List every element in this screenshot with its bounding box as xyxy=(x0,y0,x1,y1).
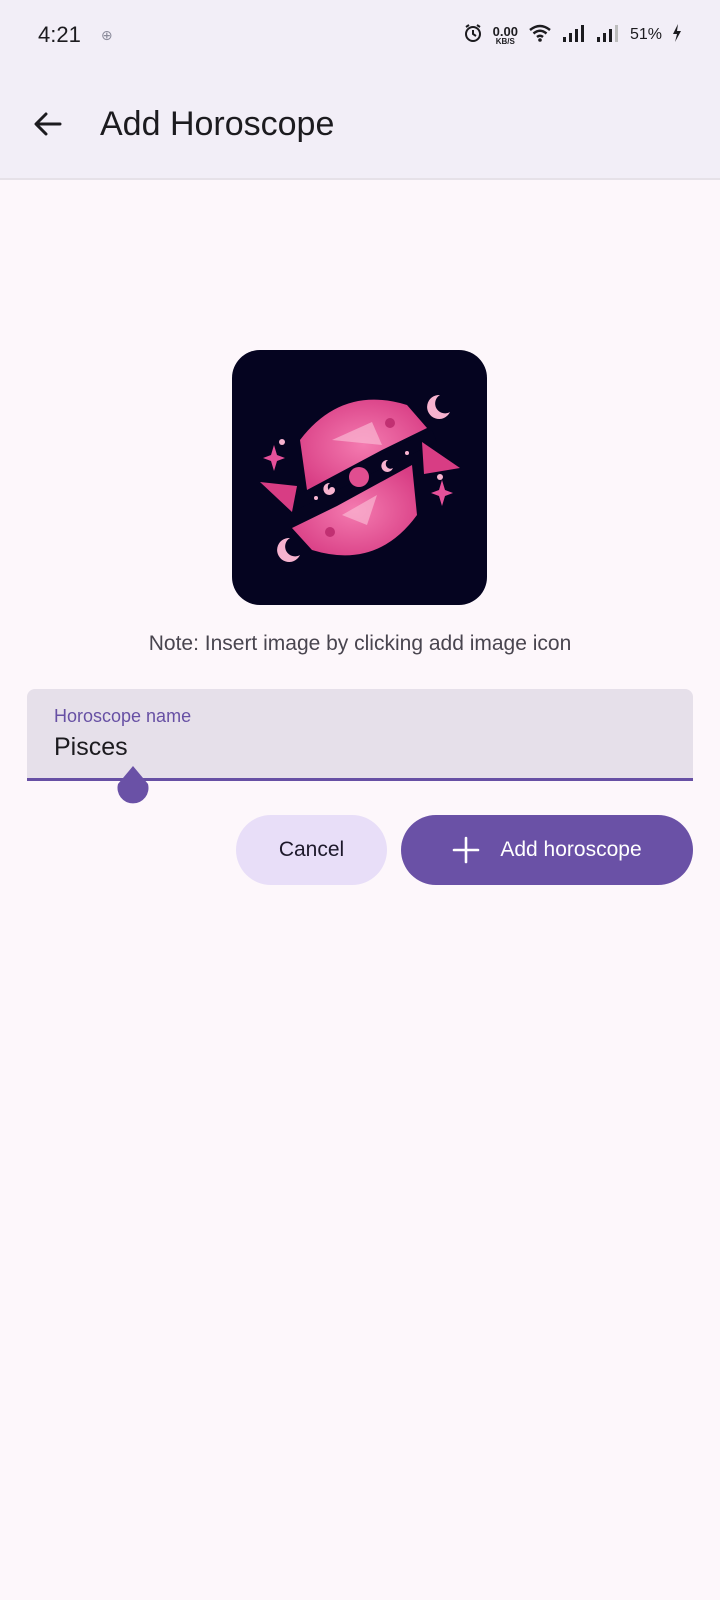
plus-icon xyxy=(453,836,480,864)
pisces-zodiac-image xyxy=(260,394,460,562)
notification-icon: ⊕ xyxy=(100,26,113,43)
cancel-button[interactable]: Cancel xyxy=(236,815,387,885)
battery-level: 51% xyxy=(629,26,662,43)
signal-icon-1 xyxy=(562,24,586,47)
wifi-icon xyxy=(528,23,552,48)
image-note: Note: Insert image by clicking add image… xyxy=(148,632,572,655)
back-button[interactable] xyxy=(18,94,78,154)
signal-icon-2 xyxy=(596,24,620,47)
network-speed-value: 0.00 xyxy=(492,23,518,39)
top-app-bar: Add Horoscope xyxy=(0,70,720,180)
arrow-back-icon xyxy=(34,112,62,136)
network-speed: 0.00 KB/S xyxy=(493,25,518,46)
status-time: 4:21 xyxy=(38,22,81,47)
horoscope-image[interactable] xyxy=(232,350,487,605)
cancel-button-label: Cancel xyxy=(278,838,345,861)
add-horoscope-button[interactable]: Add horoscope xyxy=(401,815,693,885)
status-bar: 4:21 ⊕ 0.00 KB/S 51% xyxy=(0,0,720,70)
text-cursor-handle[interactable] xyxy=(116,766,150,806)
horoscope-name-label: Horoscope name xyxy=(54,706,192,726)
charging-icon xyxy=(672,23,682,47)
page-title: Add Horoscope xyxy=(100,104,335,143)
add-horoscope-button-label: Add horoscope xyxy=(500,838,642,861)
network-speed-unit: KB/S xyxy=(495,36,515,46)
alarm-icon xyxy=(463,23,483,48)
horoscope-name-input[interactable]: Pisces xyxy=(54,733,128,762)
